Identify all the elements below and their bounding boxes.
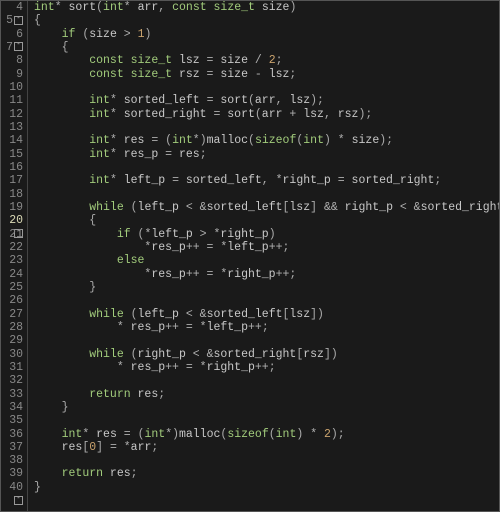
- line-number: 12: [1, 108, 23, 121]
- code-line[interactable]: if (size > 1): [34, 28, 499, 41]
- code-line[interactable]: }: [34, 281, 499, 294]
- code-line[interactable]: }: [34, 481, 499, 494]
- code-line[interactable]: int* res_p = res;: [34, 148, 499, 161]
- code-line[interactable]: int* res = (int*)malloc(sizeof(int) * si…: [34, 134, 499, 147]
- code-line[interactable]: const size_t lsz = size / 2;: [34, 54, 499, 67]
- code-line[interactable]: {: [34, 214, 499, 227]
- line-number: 19: [1, 201, 23, 214]
- code-line[interactable]: [34, 454, 499, 467]
- code-line[interactable]: {: [34, 41, 499, 54]
- line-number: 32: [1, 374, 23, 387]
- code-line[interactable]: *res_p++ = *left_p++;: [34, 241, 499, 254]
- line-number: 14: [1, 134, 23, 147]
- line-number: 11: [1, 94, 23, 107]
- line-number: 8: [1, 54, 23, 67]
- line-number: 27: [1, 308, 23, 321]
- line-number: 10: [1, 81, 23, 94]
- line-number: 6: [1, 28, 23, 41]
- code-line[interactable]: }: [34, 401, 499, 414]
- code-line[interactable]: * res_p++ = *left_p++;: [34, 321, 499, 334]
- code-line[interactable]: while (left_p < &sorted_left[lsz] && rig…: [34, 201, 499, 214]
- fold-icon[interactable]: -: [14, 16, 23, 25]
- line-number: 5-: [1, 14, 23, 27]
- code-line[interactable]: const size_t rsz = size - lsz;: [34, 68, 499, 81]
- code-line[interactable]: [34, 334, 499, 347]
- code-line[interactable]: * res_p++ = *right_p++;: [34, 361, 499, 374]
- line-number-gutter: 45-67-891011121314151617181920-212223242…: [1, 1, 28, 511]
- code-line[interactable]: if (*left_p > *right_p): [34, 228, 499, 241]
- line-number: 38: [1, 454, 23, 467]
- code-line[interactable]: int* sorted_left = sort(arr, lsz);: [34, 94, 499, 107]
- code-line[interactable]: int* sort(int* arr, const size_t size): [34, 1, 499, 14]
- line-number: 33: [1, 388, 23, 401]
- line-number: 17: [1, 174, 23, 187]
- line-number: 13: [1, 121, 23, 134]
- code-line[interactable]: while (right_p < &sorted_right[rsz]): [34, 348, 499, 361]
- line-number: 28: [1, 321, 23, 334]
- code-line[interactable]: {: [34, 14, 499, 27]
- code-area[interactable]: int* sort(int* arr, const size_t size){ …: [28, 1, 499, 511]
- code-line[interactable]: return res;: [34, 388, 499, 401]
- line-number: 4: [1, 1, 23, 14]
- line-number: 16: [1, 161, 23, 174]
- code-line[interactable]: [34, 374, 499, 387]
- line-number: 30: [1, 348, 23, 361]
- code-line[interactable]: [34, 414, 499, 427]
- line-number: 25: [1, 281, 23, 294]
- line-number: 18: [1, 188, 23, 201]
- fold-icon[interactable]: -: [14, 496, 23, 505]
- line-number: 23: [1, 254, 23, 267]
- code-line[interactable]: [34, 81, 499, 94]
- line-number: 22: [1, 241, 23, 254]
- line-number: 40-: [1, 481, 23, 494]
- fold-icon[interactable]: -: [14, 42, 23, 51]
- line-number: 9: [1, 68, 23, 81]
- code-line[interactable]: [34, 121, 499, 134]
- line-number: 36: [1, 428, 23, 441]
- line-number: 26: [1, 294, 23, 307]
- line-number: 15: [1, 148, 23, 161]
- line-number: 29: [1, 334, 23, 347]
- code-line[interactable]: *res_p++ = *right_p++;: [34, 268, 499, 281]
- code-line[interactable]: [34, 294, 499, 307]
- line-number: 34: [1, 401, 23, 414]
- line-number: 39: [1, 467, 23, 480]
- line-number: 37: [1, 441, 23, 454]
- line-number: 31: [1, 361, 23, 374]
- code-line[interactable]: res[0] = *arr;: [34, 441, 499, 454]
- code-line[interactable]: int* sorted_right = sort(arr + lsz, rsz)…: [34, 108, 499, 121]
- code-line[interactable]: while (left_p < &sorted_left[lsz]): [34, 308, 499, 321]
- line-number: 35: [1, 414, 23, 427]
- line-number: 7-: [1, 41, 23, 54]
- code-line[interactable]: int* res = (int*)malloc(sizeof(int) * 2)…: [34, 428, 499, 441]
- code-line[interactable]: [34, 161, 499, 174]
- line-number: 20-: [1, 214, 23, 227]
- line-number: 21: [1, 228, 23, 241]
- line-number: 24: [1, 268, 23, 281]
- code-editor[interactable]: 45-67-891011121314151617181920-212223242…: [0, 0, 500, 512]
- code-line[interactable]: return res;: [34, 467, 499, 480]
- code-line[interactable]: [34, 188, 499, 201]
- code-line[interactable]: else: [34, 254, 499, 267]
- code-line[interactable]: int* left_p = sorted_left, *right_p = so…: [34, 174, 499, 187]
